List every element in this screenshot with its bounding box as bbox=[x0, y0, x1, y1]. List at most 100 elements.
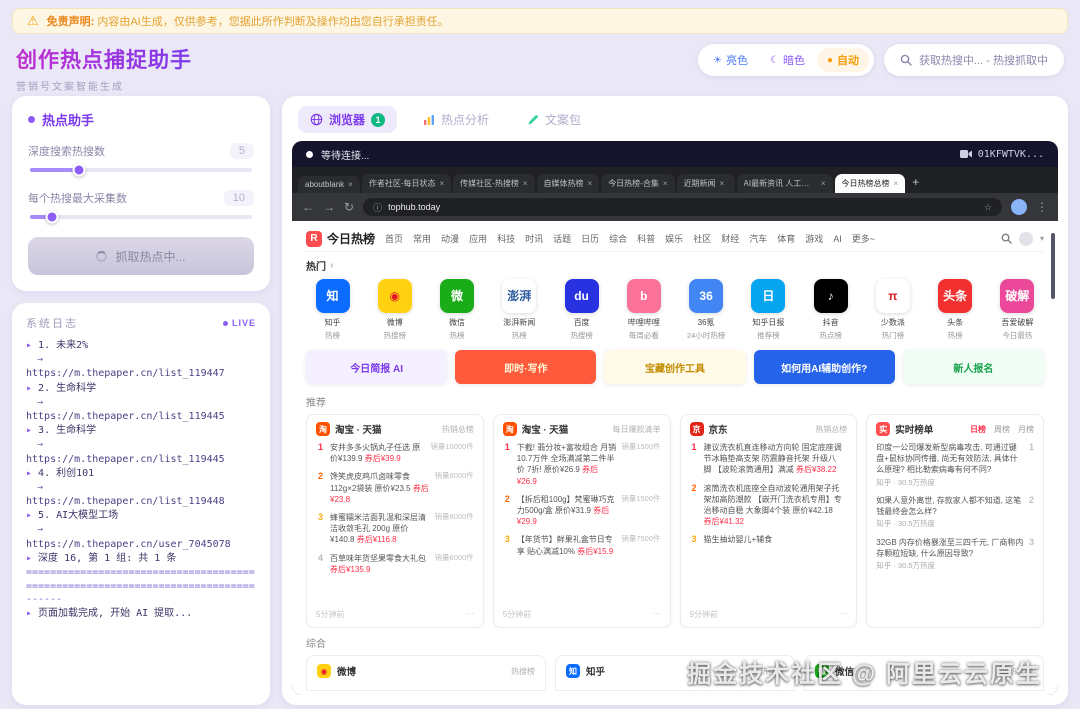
board-header[interactable]: ◉ 微博 热搜榜 bbox=[306, 655, 546, 691]
hot-app[interactable]: 头条 头条 热榜 bbox=[929, 279, 982, 341]
new-tab-button[interactable]: + bbox=[905, 175, 926, 193]
product-item[interactable]: 3 【年货节】鲜果礼盒节日专享 贴心满减10% 券后¥15.9 销量7500件 bbox=[503, 534, 661, 556]
site-nav-link[interactable]: 综合 bbox=[609, 232, 627, 245]
tab-analysis[interactable]: 热点分析 bbox=[411, 106, 501, 133]
tab-close-icon[interactable]: × bbox=[821, 179, 826, 188]
site-nav-link[interactable]: 体育 bbox=[777, 232, 795, 245]
site-nav-link[interactable]: 社区 bbox=[693, 232, 711, 245]
product-item[interactable]: 1 安井多多火锅丸子任选 原价¥139.9 券后¥39.9 销量10000件 bbox=[316, 442, 474, 464]
product-item[interactable]: 2 滚筒洗衣机底座全自动波轮通用架子托架加高防潮款 【嵌开门洗衣机专用】专治移动… bbox=[690, 483, 848, 528]
promo-banner[interactable]: 新人报名 bbox=[903, 350, 1044, 384]
chrome-tab[interactable]: AI最新资讯 人工智能资讯 × bbox=[737, 174, 833, 193]
depth-slider-thumb[interactable] bbox=[72, 164, 85, 177]
hot-app[interactable]: 36 36氪 24小时热榜 bbox=[680, 279, 733, 341]
hot-app[interactable]: b 哔哩哔哩 每周必看 bbox=[617, 279, 670, 341]
promo-banner[interactable]: 即时·写作 bbox=[455, 350, 596, 384]
chrome-tab[interactable]: 自媒体热榜 × bbox=[537, 174, 600, 193]
forward-icon[interactable]: → bbox=[323, 200, 335, 214]
tab-close-icon[interactable]: × bbox=[588, 179, 593, 188]
hot-question-item[interactable]: 32GB 内存价格暴涨至三四千元, 厂商称内存颗粒短缺, 什么原因导致?知乎 ·… bbox=[876, 537, 1034, 572]
back-icon[interactable]: ← bbox=[302, 200, 314, 214]
theme-auto-button[interactable]: ●自动 bbox=[817, 48, 869, 72]
site-search-icon[interactable] bbox=[1001, 233, 1012, 244]
site-info-icon[interactable]: ⓘ bbox=[373, 201, 382, 214]
site-nav-link[interactable]: 汽车 bbox=[749, 232, 767, 245]
hot-question-item[interactable]: 印度一公司爆发新型病毒攻击, 可通过键盘+鼠标协同传播, 尚无有效防法, 具体什… bbox=[876, 442, 1034, 488]
tab-close-icon[interactable]: × bbox=[440, 179, 445, 188]
site-nav-link[interactable]: 话题 bbox=[553, 232, 571, 245]
site-nav-link[interactable]: AI bbox=[833, 234, 842, 244]
tab-close-icon[interactable]: × bbox=[523, 179, 528, 188]
hot-app[interactable]: 破解 吾爱破解 今日最热 bbox=[991, 279, 1044, 341]
chrome-tab[interactable]: 今日热榜总榜 × bbox=[835, 174, 906, 193]
site-nav-link[interactable]: 游戏 bbox=[805, 232, 823, 245]
product-item[interactable]: 3 猫生抽幼婴儿+辅食 bbox=[690, 534, 848, 546]
site-nav-link[interactable]: 常用 bbox=[413, 232, 431, 245]
site-nav-link[interactable]: 首页 bbox=[385, 232, 403, 245]
promo-banner[interactable]: 今日简报 AI bbox=[306, 350, 447, 384]
board-header[interactable]: 微 微信 24h热文榜 bbox=[804, 655, 1044, 691]
theme-light-button[interactable]: ☀亮色 bbox=[703, 48, 758, 72]
depth-slider[interactable] bbox=[30, 168, 252, 172]
product-item[interactable]: 2 馋笑虎皮鸡爪卤味零食 112g×2袋装 原价¥23.5 券后¥23.8 销量… bbox=[316, 471, 474, 505]
tab-browser[interactable]: 浏览器 1 bbox=[298, 106, 397, 133]
hot-app[interactable]: 知 知乎 热榜 bbox=[306, 279, 359, 341]
theme-dark-button[interactable]: ☾暗色 bbox=[760, 48, 815, 72]
bookmark-star-icon[interactable]: ☆ bbox=[984, 202, 992, 213]
board-header[interactable]: 知 知乎 热搜榜 bbox=[555, 655, 795, 691]
site-nav-link[interactable]: 科技 bbox=[497, 232, 515, 245]
scrollbar[interactable] bbox=[1051, 233, 1055, 299]
product-item[interactable]: 4 百草味年货坚果零食大礼包 券后¥135.9 销量6000件 bbox=[316, 553, 474, 575]
product-item[interactable]: 3 蜂蜜糯米洁面乳温和深层清洁收敛毛孔 200g 原价¥140.8 券后¥116… bbox=[316, 512, 474, 546]
product-item[interactable]: 1 下截! 翡分妆+富妆组合 月销10.7万件 全场满减第二件半价 7折! 原价… bbox=[503, 442, 661, 487]
hot-question-item[interactable]: 如果人意外离世, 存款家人都不知道, 这笔钱最终会怎么样?知乎 · 30.5万热… bbox=[876, 495, 1034, 530]
log-output[interactable]: 1. 未来2%→https://m.thepaper.cn/list_11944… bbox=[26, 339, 256, 693]
site-nav-link[interactable]: 应用 bbox=[469, 232, 487, 245]
more-icon[interactable]: ··· bbox=[653, 609, 661, 620]
more-icon[interactable]: ··· bbox=[466, 609, 474, 620]
site-nav-link[interactable]: 娱乐 bbox=[665, 232, 683, 245]
promo-banner[interactable]: 宝藏创作工具 bbox=[604, 350, 745, 384]
hot-app[interactable]: du 百度 热搜榜 bbox=[555, 279, 608, 341]
tab-close-icon[interactable]: × bbox=[894, 179, 899, 188]
tab-close-icon[interactable]: × bbox=[348, 180, 353, 189]
site-nav-link[interactable]: 动漫 bbox=[441, 232, 459, 245]
site-nav-link[interactable]: 更多~ bbox=[852, 232, 875, 245]
site-nav-link[interactable]: 日历 bbox=[581, 232, 599, 245]
product-item[interactable]: 1 建议洗衣机直连移动方向轮 固定底座调节冰箱垫高支架 防震静音托架 升级八脚 … bbox=[690, 442, 848, 476]
hot-app[interactable]: π 少数派 热门榜 bbox=[866, 279, 919, 341]
profile-avatar[interactable] bbox=[1011, 199, 1027, 215]
collect-slider-thumb[interactable] bbox=[46, 211, 59, 224]
site-logo[interactable]: R 今日热榜 bbox=[306, 230, 375, 247]
refresh-icon[interactable]: ↻ bbox=[344, 200, 354, 214]
tab-daily[interactable]: 日榜 bbox=[970, 424, 986, 435]
tab-close-icon[interactable]: × bbox=[720, 179, 725, 188]
hot-app[interactable]: 日 知乎日报 推荐榜 bbox=[742, 279, 795, 341]
tab-weekly[interactable]: 周榜 bbox=[994, 424, 1010, 435]
tab-copywriting[interactable]: 文案包 bbox=[515, 106, 593, 133]
more-icon[interactable]: ··· bbox=[839, 609, 847, 620]
hot-app[interactable]: 澎湃 澎湃新闻 热榜 bbox=[493, 279, 546, 341]
chrome-tab[interactable]: 今日热榜-合集 × bbox=[601, 174, 674, 193]
hot-app[interactable]: ♪ 抖音 热点榜 bbox=[804, 279, 857, 341]
tab-close-icon[interactable]: × bbox=[663, 179, 668, 188]
promo-banner[interactable]: 如何用AI辅助创作? bbox=[754, 350, 895, 384]
collect-slider[interactable] bbox=[30, 215, 252, 219]
chrome-tab[interactable]: 作者社区-每日状态 × bbox=[362, 174, 451, 193]
menu-icon[interactable]: ⋮ bbox=[1036, 200, 1048, 214]
tab-monthly[interactable]: 月榜 bbox=[1018, 424, 1034, 435]
site-nav-link[interactable]: 时讯 bbox=[525, 232, 543, 245]
chrome-tab[interactable]: 近期新闻 × bbox=[677, 174, 735, 193]
chevron-right-icon[interactable]: › bbox=[330, 260, 333, 271]
site-nav-link[interactable]: 科普 bbox=[637, 232, 655, 245]
site-nav-link[interactable]: 财经 bbox=[721, 232, 739, 245]
site-avatar[interactable] bbox=[1019, 232, 1033, 246]
grab-hotspot-button[interactable]: 抓取热点中... bbox=[28, 237, 254, 275]
hot-app[interactable]: 微 微信 热榜 bbox=[431, 279, 484, 341]
product-item[interactable]: 2 【拆后租100g】梵蜜琳巧克力500g/盒 原价¥31.9 券后¥29.9 … bbox=[503, 494, 661, 528]
hot-app[interactable]: ◉ 微博 热搜榜 bbox=[368, 279, 421, 341]
address-bar[interactable]: ⓘ tophub.today ☆ bbox=[363, 198, 1002, 216]
chrome-tab[interactable]: 传媒社区-热搜榜 × bbox=[453, 174, 534, 193]
chrome-tab[interactable]: aboutblank × bbox=[298, 176, 360, 193]
chevron-down-icon[interactable]: ▾ bbox=[1040, 234, 1044, 243]
